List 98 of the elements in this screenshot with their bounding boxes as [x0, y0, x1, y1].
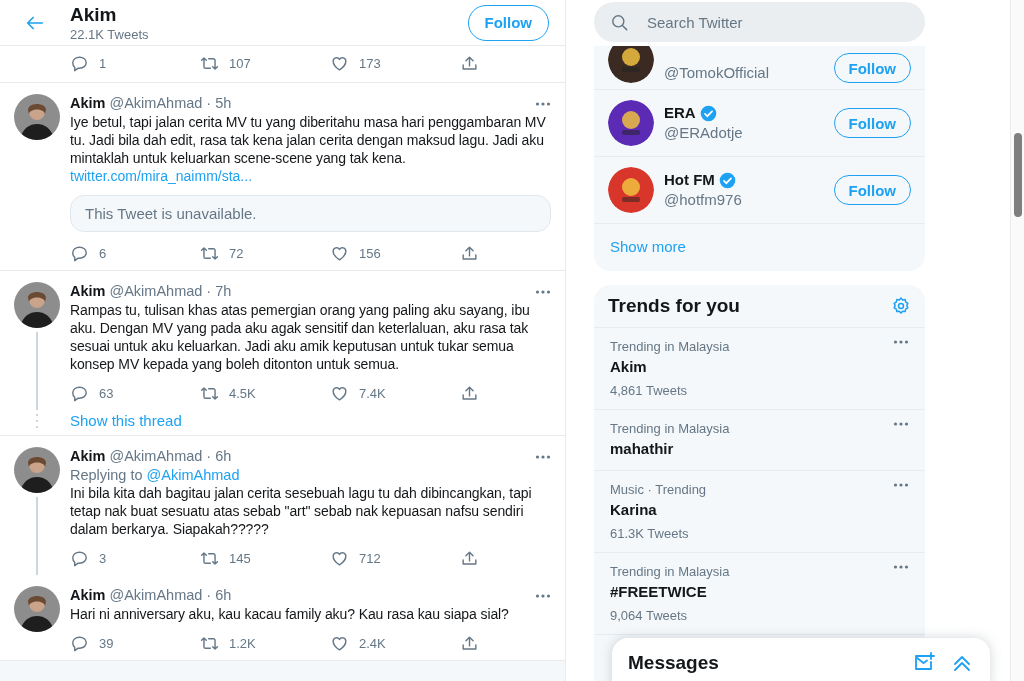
- more-icon[interactable]: [893, 564, 909, 570]
- search-bar[interactable]: Search Twitter: [594, 2, 925, 42]
- share-icon: [460, 383, 479, 403]
- scrollbar[interactable]: [1010, 0, 1024, 681]
- replying-to-text: Replying to @AkimAhmad: [70, 466, 241, 484]
- more-icon[interactable]: [893, 421, 909, 427]
- account-avatar[interactable]: [608, 100, 654, 146]
- messages-title: Messages: [628, 652, 720, 674]
- share-icon: [460, 53, 479, 73]
- more-icon[interactable]: [535, 100, 551, 107]
- share-button[interactable]: [460, 383, 479, 403]
- account-avatar[interactable]: [608, 167, 654, 213]
- tweet-time[interactable]: · 7h: [206, 282, 232, 301]
- trend-topic: #FREETWICE: [610, 582, 708, 602]
- trend-item[interactable]: Trending in Malaysia mahathir: [594, 410, 925, 471]
- retweet-button[interactable]: 1.2K: [200, 633, 330, 653]
- tweet-link[interactable]: twitter.com/mira_naimm/sta...: [70, 168, 253, 184]
- retweet-button[interactable]: 107: [200, 53, 330, 73]
- tweet-text: Hari ni anniversary aku, kau kacau family aku? Kau rasa kau siapa sial?: [70, 605, 510, 623]
- reply-button[interactable]: 1: [70, 53, 200, 73]
- trend-count: 9,064 Tweets: [610, 608, 689, 623]
- account-handle[interactable]: @TomokOfficial: [664, 63, 824, 83]
- more-icon[interactable]: [893, 339, 909, 345]
- like-button[interactable]: 7.4K: [330, 383, 460, 403]
- trend-count: 4,861 Tweets: [610, 383, 689, 398]
- author-handle: @AkimAhmad: [109, 447, 203, 466]
- author-name[interactable]: Akim: [70, 586, 106, 605]
- trend-context: Trending in Malaysia: [610, 339, 731, 354]
- trend-topic: mahathir: [610, 439, 675, 459]
- share-button[interactable]: [460, 548, 479, 568]
- author-handle: @AkimAhmad: [109, 94, 203, 113]
- tweet-time[interactable]: · 5h: [206, 94, 232, 113]
- reply-icon: [70, 633, 89, 653]
- tweet-time[interactable]: · 6h: [206, 447, 232, 466]
- retweet-button[interactable]: 4.5K: [200, 383, 330, 403]
- trend-item[interactable]: Trending in Malaysia #FREETWICE 9,064 Tweets: [594, 553, 925, 635]
- trend-context: Trending in Malaysia: [610, 421, 731, 436]
- reply-icon: [70, 548, 89, 568]
- share-icon: [460, 548, 479, 568]
- author-handle: @AkimAhmad: [109, 282, 203, 301]
- avatar[interactable]: [14, 94, 60, 140]
- author-name[interactable]: Akim: [70, 94, 106, 113]
- like-button[interactable]: 2.4K: [330, 633, 460, 653]
- reply-icon: [70, 53, 89, 73]
- more-icon[interactable]: [535, 288, 551, 295]
- trend-context: Trending in Malaysia: [610, 564, 731, 579]
- author-name[interactable]: Akim: [70, 447, 106, 466]
- account-name[interactable]: ERA: [664, 103, 696, 123]
- settings-icon: [891, 296, 911, 316]
- account-handle[interactable]: @ERAdotje: [664, 123, 824, 143]
- trend-topic: Karina: [610, 500, 658, 520]
- tweet-text: Rampas tu, tulisan khas atas pemergian orang yang paling aku sayang, ibu aku. Dengan MV yang pada aku agak sensitif dan keterlaluan, aku rasa tak sesuai untuk aku keluarkan. Jadi aku amik keputusan untuk tukar semua konsep MV kepada yang boleh ditonton untuk semua.: [70, 301, 531, 373]
- share-button[interactable]: [460, 53, 479, 73]
- tweet-count: 22.1K Tweets: [70, 26, 150, 43]
- account-avatar[interactable]: [608, 46, 654, 83]
- retweet-button[interactable]: 72: [200, 243, 330, 263]
- trend-count: 61.3K Tweets: [610, 526, 690, 541]
- reply-button[interactable]: 39: [70, 633, 200, 653]
- tweet-text: Iye betul, tapi jalan cerita MV tu yang diberitahu masa hari penggambaran MV tu. Jadi bila dah edit, rasa tak kena jalan cerita dengan maksud lagu. Jadi aku mintaklah untuk keluarkan scene-scene yang tak kena.: [70, 113, 547, 167]
- share-icon: [460, 633, 479, 653]
- more-icon[interactable]: [535, 592, 551, 599]
- tweet-time[interactable]: · 6h: [206, 586, 232, 605]
- reply-icon: [70, 243, 89, 263]
- reply-button[interactable]: 6: [70, 243, 200, 263]
- profile-name: Akim: [70, 2, 118, 27]
- show-more-link[interactable]: Show more: [594, 224, 925, 271]
- unavailable-quote: This Tweet is unavailable.: [70, 195, 551, 232]
- like-button[interactable]: 712: [330, 548, 460, 568]
- share-button[interactable]: [460, 243, 479, 263]
- messages-drawer[interactable]: Messages: [612, 638, 990, 681]
- avatar[interactable]: [14, 447, 60, 493]
- trend-item[interactable]: Trending in Malaysia Akim 4,861 Tweets: [594, 328, 925, 410]
- author-handle: @AkimAhmad: [109, 586, 203, 605]
- author-name[interactable]: Akim: [70, 282, 106, 301]
- more-icon[interactable]: [893, 482, 909, 488]
- follow-button[interactable]: Follow: [467, 4, 549, 41]
- reply-icon: [70, 383, 89, 403]
- share-button[interactable]: [460, 633, 479, 653]
- like-button[interactable]: 156: [330, 243, 460, 263]
- avatar[interactable]: [14, 586, 60, 632]
- share-icon: [460, 243, 479, 263]
- search-field[interactable]: Search Twitter: [645, 12, 909, 32]
- trend-topic: Akim: [610, 357, 648, 377]
- reply-button[interactable]: 63: [70, 383, 200, 403]
- trend-item[interactable]: Music · Trending Karina 61.3K Tweets: [594, 471, 925, 553]
- reply-button[interactable]: 3: [70, 548, 200, 568]
- more-icon[interactable]: [535, 453, 551, 460]
- retweet-button[interactable]: 145: [200, 548, 330, 568]
- search-icon: [610, 12, 629, 32]
- account-name[interactable]: Hot FM: [664, 170, 715, 190]
- show-thread-link[interactable]: Show this thread: [70, 412, 182, 429]
- avatar[interactable]: [14, 282, 60, 328]
- trends-title: Trends for you: [608, 295, 740, 317]
- tweet-text: Ini bila kita dah bagitau jalan cerita sesebuah lagu tu dah dibincangkan, tapi tetap nak buat sesuatu atas sebab "art" sebab nak kepuasan nafsu sendiri dalam berkarya. Siapakah?????: [70, 484, 533, 538]
- trend-context: Music · Trending: [610, 482, 708, 497]
- mention-link[interactable]: @AkimAhmad: [146, 467, 240, 483]
- account-handle[interactable]: @hotfm976: [664, 190, 824, 210]
- like-button[interactable]: 173: [330, 53, 460, 73]
